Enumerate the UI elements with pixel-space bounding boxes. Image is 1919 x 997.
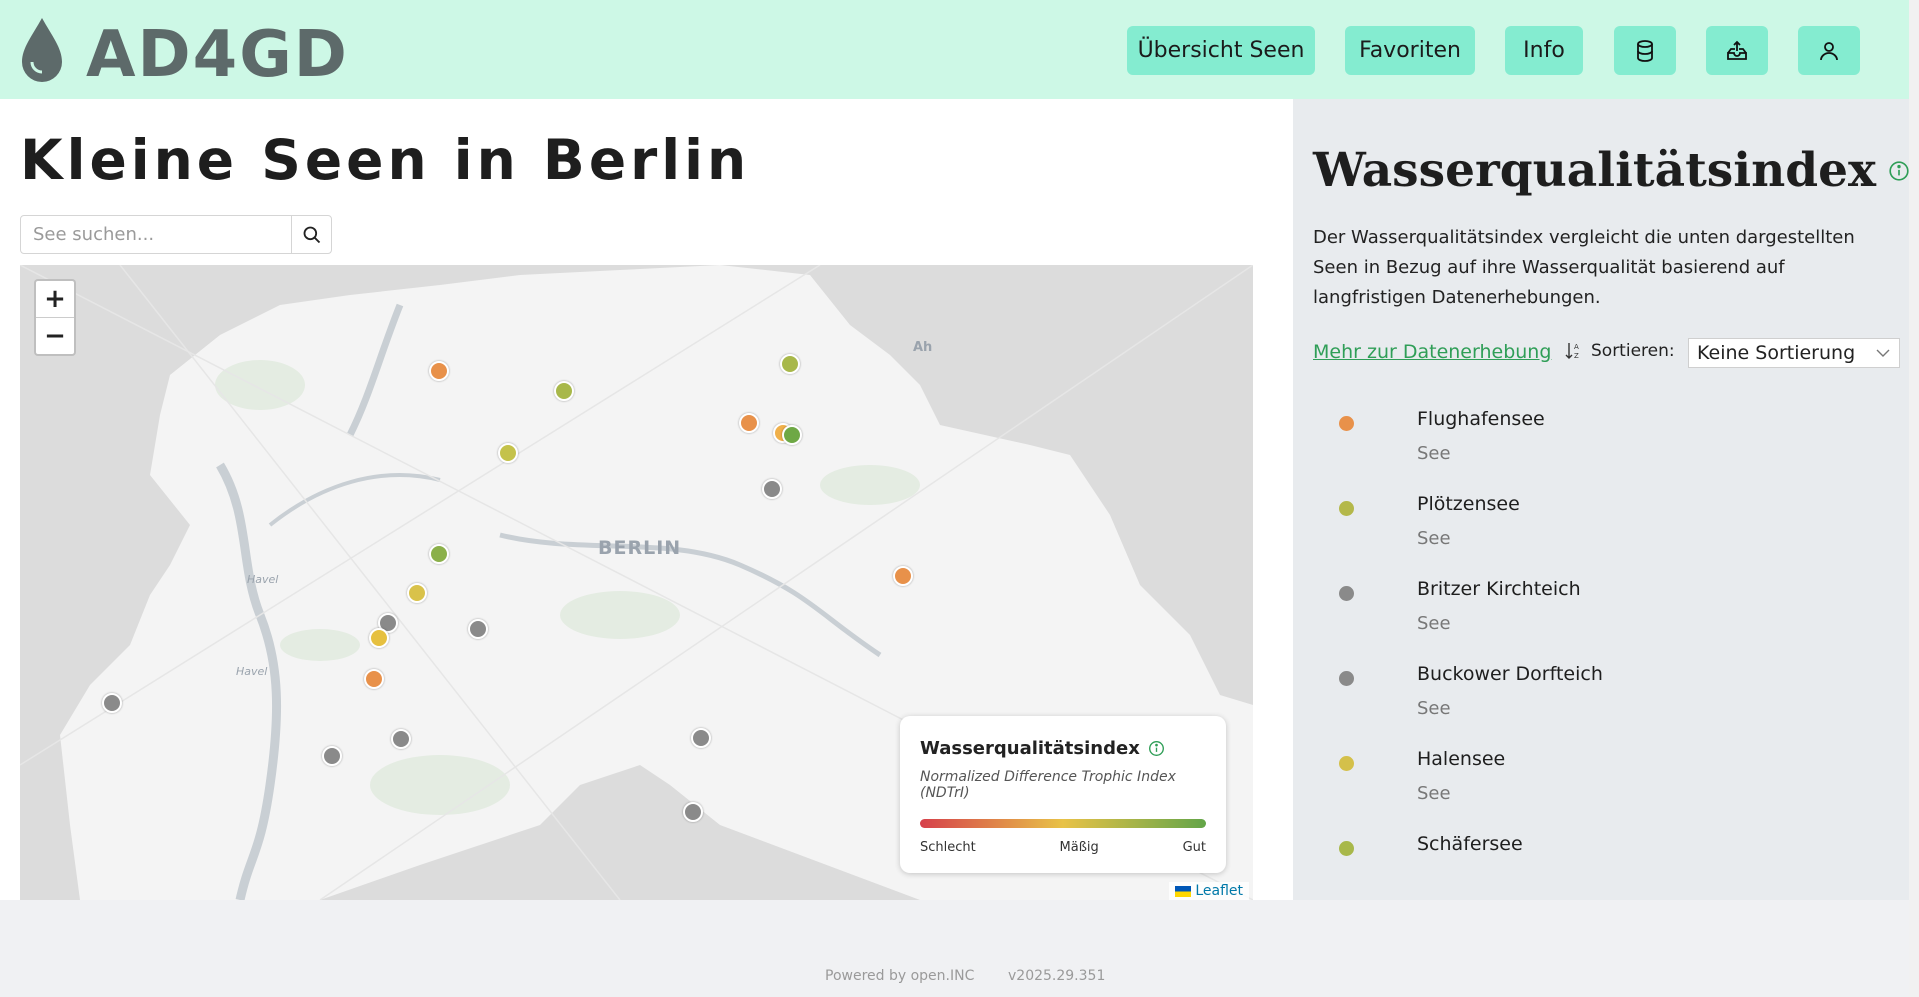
- footer-powered-by[interactable]: Powered by open.INC: [825, 968, 974, 984]
- zoom-control: + −: [34, 279, 76, 356]
- lake-name: Schäfersee: [1417, 833, 1523, 855]
- sort-az-icon: A Z: [1565, 343, 1579, 360]
- lake-marker[interactable]: [391, 729, 411, 749]
- lake-marker[interactable]: [893, 566, 913, 586]
- nav-favoriten[interactable]: Favoriten: [1345, 26, 1475, 75]
- lake-name: Britzer Kirchteich: [1417, 578, 1581, 600]
- app-header: AD4GD Übersicht Seen Favoriten Info: [0, 0, 1919, 99]
- lake-list-item[interactable]: Flughafensee See: [1337, 408, 1877, 478]
- panel-description: Der Wasserqualitätsindex vergleicht die …: [1313, 227, 1855, 308]
- lake-marker[interactable]: [102, 693, 122, 713]
- lake-marker[interactable]: [683, 802, 703, 822]
- zoom-in-button[interactable]: +: [36, 281, 74, 317]
- search-input[interactable]: [21, 216, 291, 253]
- user-button[interactable]: [1798, 26, 1860, 75]
- lake-list-item[interactable]: Schäfersee: [1337, 833, 1877, 893]
- map-legend: Wasserqualitätsindex Normalized Differen…: [900, 716, 1226, 873]
- search-icon: [303, 226, 320, 243]
- lake-name: Flughafensee: [1417, 408, 1545, 430]
- page-scrollbar[interactable]: [1909, 0, 1919, 997]
- lake-list-item[interactable]: Halensee See: [1337, 748, 1877, 818]
- legend-low-label: Schlecht: [920, 840, 976, 855]
- lake-type: See: [1417, 443, 1451, 464]
- ad4gd-logo[interactable]: AD4GD: [18, 14, 358, 86]
- lake-marker[interactable]: [782, 425, 802, 445]
- quality-dot: [1339, 501, 1354, 516]
- lake-map[interactable]: BERLIN Havel Havel Ah + − Wasserqualität…: [20, 265, 1253, 900]
- legend-high-label: Gut: [1182, 840, 1206, 855]
- quality-dot: [1339, 841, 1354, 856]
- svg-text:Z: Z: [1574, 352, 1579, 360]
- quality-panel: Wasserqualitätsindex Der Wasserqualitäts…: [1293, 99, 1919, 900]
- chevron-down-icon: [1876, 349, 1890, 357]
- lake-type: See: [1417, 613, 1451, 634]
- lake-marker[interactable]: [322, 746, 342, 766]
- lake-marker[interactable]: [554, 381, 574, 401]
- quality-dot: [1339, 586, 1354, 601]
- app-footer: Powered by open.INC v2025.29.351: [0, 900, 1919, 997]
- data-collection-link[interactable]: Mehr zur Datenerhebung: [1313, 341, 1551, 363]
- upload-icon: [1727, 40, 1747, 60]
- sort-label: Sortieren:: [1591, 341, 1675, 361]
- lake-marker[interactable]: [739, 413, 759, 433]
- lake-marker[interactable]: [429, 544, 449, 564]
- map-water-label: Havel: [236, 665, 268, 678]
- logo-text: AD4GD: [86, 18, 349, 86]
- map-water-label: Havel: [247, 573, 279, 586]
- lake-list-item[interactable]: Plötzensee See: [1337, 493, 1877, 563]
- attribution-link[interactable]: Leaflet: [1195, 883, 1243, 899]
- lake-type: See: [1417, 783, 1451, 804]
- quality-dot: [1339, 671, 1354, 686]
- lake-type: See: [1417, 698, 1451, 719]
- quality-dot: [1339, 416, 1354, 431]
- zoom-out-button[interactable]: −: [36, 317, 74, 354]
- lake-type: See: [1417, 528, 1451, 549]
- search-box: [20, 215, 332, 254]
- lake-list-item[interactable]: Buckower Dorfteich See: [1337, 663, 1877, 733]
- footer-version: v2025.29.351: [1008, 968, 1106, 984]
- lake-marker[interactable]: [407, 583, 427, 603]
- legend-title-row: Wasserqualitätsindex: [920, 738, 1206, 759]
- nav-uebersicht-seen[interactable]: Übersicht Seen: [1127, 26, 1315, 75]
- lake-name: Buckower Dorfteich: [1417, 663, 1603, 685]
- user-icon: [1820, 41, 1838, 60]
- database-button[interactable]: [1614, 26, 1676, 75]
- lake-marker[interactable]: [691, 728, 711, 748]
- sort-select[interactable]: Keine Sortierung: [1688, 338, 1900, 368]
- ukraine-flag-icon: [1175, 885, 1192, 897]
- lake-name: Plötzensee: [1417, 493, 1520, 515]
- legend-color-scale: [920, 819, 1206, 828]
- svg-text:A: A: [1574, 343, 1579, 351]
- panel-title: Wasserqualitätsindex: [1313, 143, 1877, 198]
- legend-subtitle: Normalized Difference Trophic Index (NDT…: [920, 769, 1176, 801]
- page-title: Kleine Seen in Berlin: [20, 128, 751, 192]
- panel-title-row: Wasserqualitätsindex: [1313, 143, 1910, 198]
- map-city-label: BERLIN: [598, 537, 682, 559]
- lake-name: Halensee: [1417, 748, 1506, 770]
- lake-list-item[interactable]: Britzer Kirchteich See: [1337, 578, 1877, 648]
- lake-marker[interactable]: [369, 628, 389, 648]
- search-button[interactable]: [291, 216, 331, 253]
- nav-info[interactable]: Info: [1505, 26, 1583, 75]
- legend-title: Wasserqualitätsindex: [920, 738, 1140, 759]
- lake-marker[interactable]: [429, 361, 449, 381]
- lake-marker[interactable]: [762, 479, 782, 499]
- legend-mid-label: Mäßig: [1059, 840, 1099, 855]
- lake-marker[interactable]: [364, 669, 384, 689]
- map-place-label: Ah: [913, 340, 933, 355]
- info-icon[interactable]: [1148, 740, 1165, 757]
- map-attribution[interactable]: Leaflet: [1169, 882, 1249, 900]
- lake-marker[interactable]: [780, 354, 800, 374]
- lake-marker[interactable]: [498, 443, 518, 463]
- info-icon[interactable]: [1888, 160, 1910, 182]
- database-icon: [1637, 39, 1653, 62]
- lake-marker[interactable]: [468, 619, 488, 639]
- sort-label-row: A Z Sortieren:: [1565, 341, 1675, 361]
- sort-select-value: Keine Sortierung: [1697, 342, 1856, 364]
- quality-dot: [1339, 756, 1354, 771]
- upload-button[interactable]: [1706, 26, 1768, 75]
